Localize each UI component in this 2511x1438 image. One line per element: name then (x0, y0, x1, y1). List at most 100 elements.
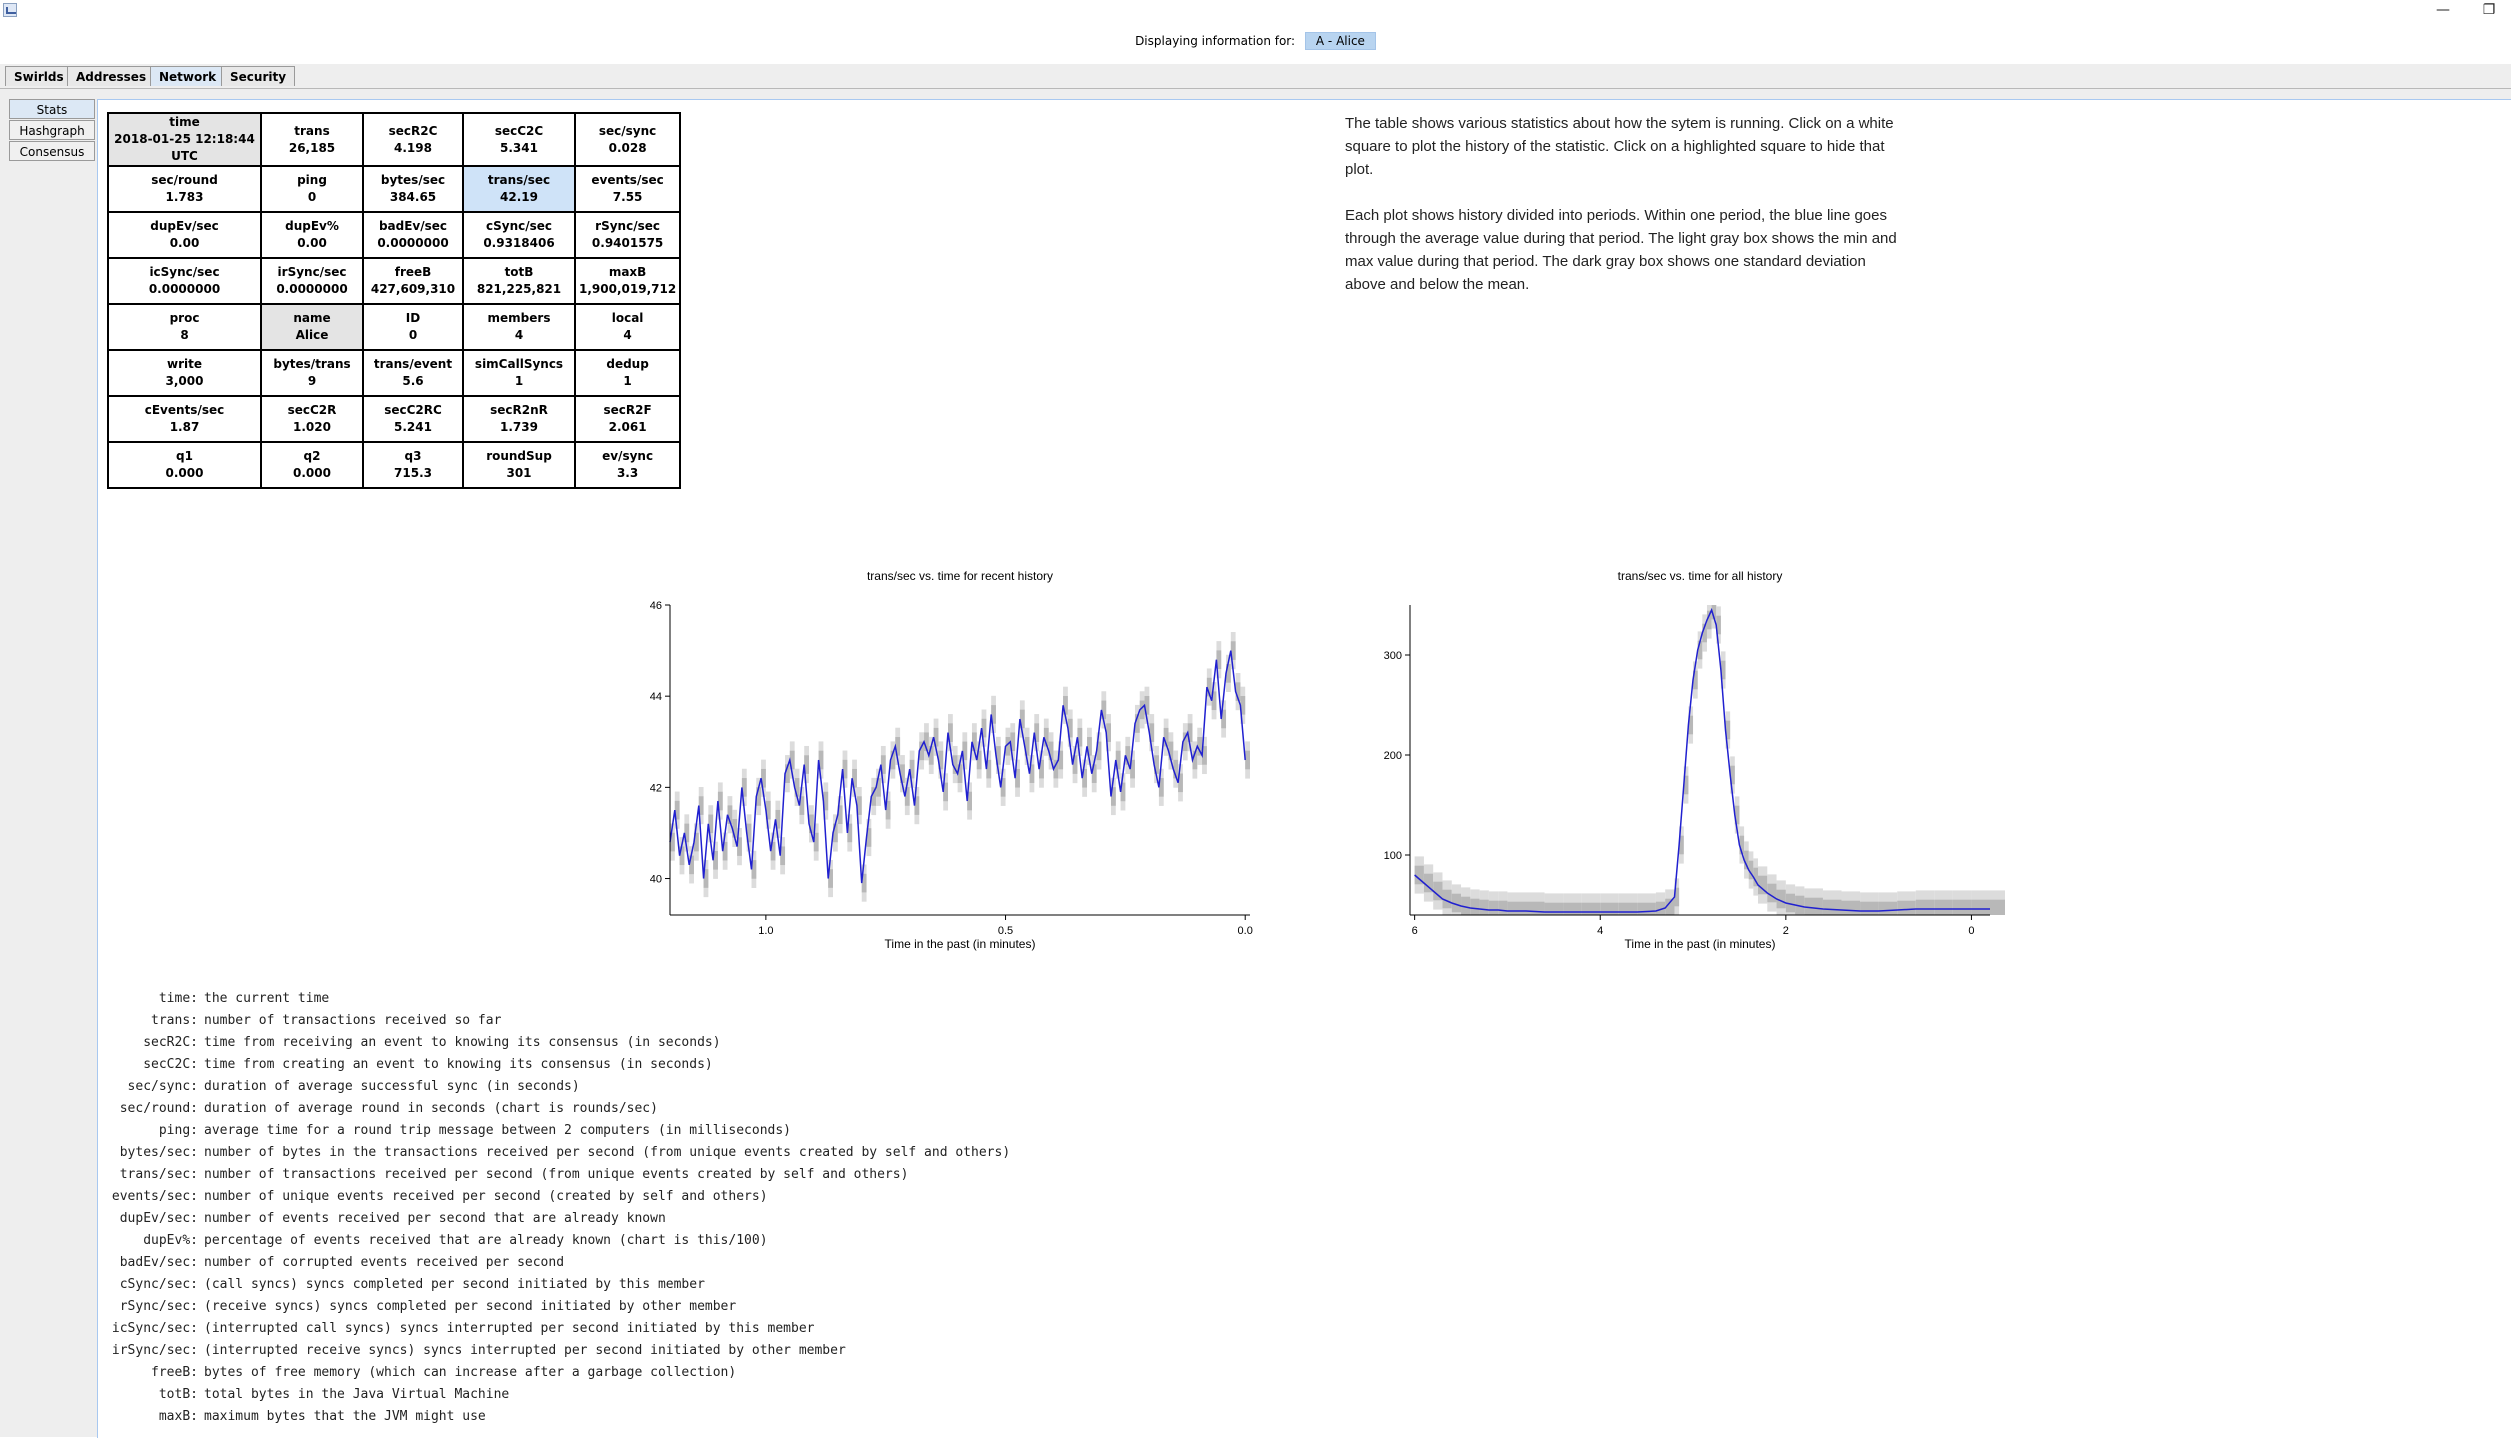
stat-name: bytes/sec (380, 173, 446, 187)
description-text: number of events received per second tha… (204, 1211, 666, 1226)
stat-cell-csync-sec[interactable]: cSync/sec 0.9318406 (462, 211, 576, 259)
tab-network[interactable]: Network (150, 66, 226, 86)
stat-value: 8 (180, 328, 189, 342)
stat-cell-q3[interactable]: q3 715.3 (362, 441, 464, 489)
stat-cell-secc2c[interactable]: secC2C 5.341 (462, 112, 576, 167)
chart-recent-history: trans/sec vs. time for recent history 40 4… (625, 565, 1265, 955)
stat-cell-trans-event[interactable]: trans/event 5.6 (362, 349, 464, 397)
stat-cell-secc2r[interactable]: secC2R 1.020 (260, 395, 364, 443)
description-row: cSync/sec: (call syncs) syncs completed p… (100, 1274, 1010, 1296)
stat-cell-secr2nr[interactable]: secR2nR 1.739 (462, 395, 576, 443)
description-row: rSync/sec: (receive syncs) syncs complete… (100, 1296, 1010, 1318)
stat-cell-ping[interactable]: ping 0 (260, 165, 364, 213)
member-selector[interactable]: A - Alice (1304, 32, 1376, 50)
stat-name: q3 (404, 449, 422, 463)
restore-button[interactable]: ❐ (2474, 0, 2504, 20)
stat-cell-maxb[interactable]: maxB 1,900,019,712 (573, 257, 682, 305)
help-paragraph-1: The table shows various statistics about… (1345, 115, 1894, 178)
stat-cell-q1[interactable]: q1 0.000 (107, 441, 262, 489)
stat-cell-dupev-sec[interactable]: dupEv/sec 0.00 (107, 211, 262, 259)
stat-cell-simcallsyncs[interactable]: simCallSyncs 1 (462, 349, 576, 397)
stat-name: secC2RC (384, 403, 442, 417)
x-axis-label: Time in the past (in minutes) (1625, 937, 1776, 951)
x-tick-label: 1.0 (758, 925, 773, 937)
stat-cell-dupev-[interactable]: dupEv% 0.00 (260, 211, 364, 259)
stat-value: 26,185 (288, 140, 336, 155)
stat-cell-sec-sync[interactable]: sec/sync 0.028 (573, 112, 682, 167)
tab-addresses[interactable]: Addresses (67, 66, 156, 86)
stat-cell-irsync-sec[interactable]: irSync/sec 0.0000000 (260, 257, 364, 305)
stddev-band (1860, 901, 1879, 915)
stat-cell-q2[interactable]: q2 0.000 (260, 441, 364, 489)
stat-cell-trans-sec[interactable]: trans/sec 42.19 (462, 165, 576, 213)
stat-cell-bytes-sec[interactable]: bytes/sec 384.65 (362, 165, 464, 213)
y-tick-label: 44 (650, 691, 662, 703)
stat-value: 4.198 (394, 140, 432, 155)
stat-name: sec/sync (598, 123, 657, 138)
stat-cell-members[interactable]: members 4 (462, 303, 576, 351)
stat-cell-icsync-sec[interactable]: icSync/sec 0.0000000 (107, 257, 262, 305)
description-key: rSync/sec: (119, 1299, 198, 1314)
stat-value: 0.9401575 (591, 236, 664, 250)
stat-cell-id[interactable]: ID 0 (362, 303, 464, 351)
tab-swirlds[interactable]: Swirlds (5, 66, 73, 86)
stat-cell-ev-sync[interactable]: ev/sync 3.3 (573, 441, 682, 489)
stat-cell-trans[interactable]: trans 26,185 (260, 112, 364, 167)
stat-cell-secr2c[interactable]: secR2C 4.198 (362, 112, 464, 167)
stddev-band (1822, 899, 1842, 915)
minimize-button[interactable]: — (2428, 0, 2458, 20)
description-row: ping: average time for a round trip messa… (100, 1120, 1010, 1142)
stddev-band (1952, 899, 1972, 915)
stat-value: 1 (514, 374, 524, 388)
description-key: trans/sec: (119, 1167, 198, 1182)
stat-cell-totb[interactable]: totB 821,225,821 (462, 257, 576, 305)
stat-value: Alice (295, 328, 329, 342)
tab-security[interactable]: Security (221, 66, 296, 86)
stat-name: bytes/trans (273, 357, 351, 371)
stat-cell-name[interactable]: name Alice (260, 303, 364, 351)
stat-name: icSync/sec (149, 265, 220, 279)
stddev-band (1498, 900, 1508, 915)
stat-cell-secr2f[interactable]: secR2F 2.061 (573, 395, 682, 443)
stat-cell-freeb[interactable]: freeB 427,609,310 (362, 257, 464, 305)
stat-cell-local[interactable]: local 4 (573, 303, 682, 351)
header-label: Displaying information for: (1135, 34, 1296, 48)
stat-value: 1.87 (169, 420, 200, 434)
description-key: trans: (151, 1013, 198, 1028)
stat-value: 0.0000000 (148, 282, 221, 296)
stat-name: name (293, 311, 331, 325)
stddev-band (1600, 902, 1619, 915)
side-tab-consensus[interactable]: Consensus (9, 141, 95, 161)
description-row: totB: total bytes in the Java Virtual Mac… (100, 1384, 1010, 1406)
stddev-band (1581, 902, 1601, 915)
side-tab-stats[interactable]: Stats (9, 99, 95, 119)
stat-cell-dedup[interactable]: dedup 1 (573, 349, 682, 397)
stat-cell-roundsup[interactable]: roundSup 301 (462, 441, 576, 489)
stat-cell-time[interactable]: time 2018-01-25 12:18:44 UTC (107, 112, 262, 167)
description-key: sec/sync: (127, 1079, 198, 1094)
chart-title: trans/sec vs. time for all history (1618, 569, 1783, 583)
stat-cell-secc2rc[interactable]: secC2RC 5.241 (362, 395, 464, 443)
stddev-band (1804, 897, 1823, 915)
stat-cell-events-sec[interactable]: events/sec 7.55 (573, 165, 682, 213)
stat-value: 1.020 (293, 420, 331, 434)
stddev-band (1897, 900, 1916, 915)
stat-cell-bytes-trans[interactable]: bytes/trans 9 (260, 349, 364, 397)
description-key: secC2C: (143, 1057, 198, 1072)
stats-row: dupEv/sec 0.00 dupEv% 0.00 badEv/sec 0.000000… (107, 211, 682, 259)
description-key: totB: (158, 1387, 198, 1402)
stat-value: 42.19 (500, 190, 538, 204)
description-row: secR2C: time from receiving an event to k… (100, 1032, 1010, 1054)
stat-cell-write[interactable]: write 3,000 (107, 349, 262, 397)
stat-cell-proc[interactable]: proc 8 (107, 303, 262, 351)
y-tick-label: 200 (1384, 750, 1402, 762)
side-tab-hashgraph[interactable]: Hashgraph (9, 120, 95, 140)
description-key: dupEv%: (143, 1233, 198, 1248)
stat-cell-sec-round[interactable]: sec/round 1.783 (107, 165, 262, 213)
stat-cell-badev-sec[interactable]: badEv/sec 0.0000000 (362, 211, 464, 259)
description-text: the current time (204, 991, 330, 1006)
stat-name: cSync/sec (485, 219, 552, 233)
stat-name: freeB (394, 265, 432, 279)
stat-cell-cevents-sec[interactable]: cEvents/sec 1.87 (107, 395, 262, 443)
stat-cell-rsync-sec[interactable]: rSync/sec 0.9401575 (573, 211, 682, 259)
